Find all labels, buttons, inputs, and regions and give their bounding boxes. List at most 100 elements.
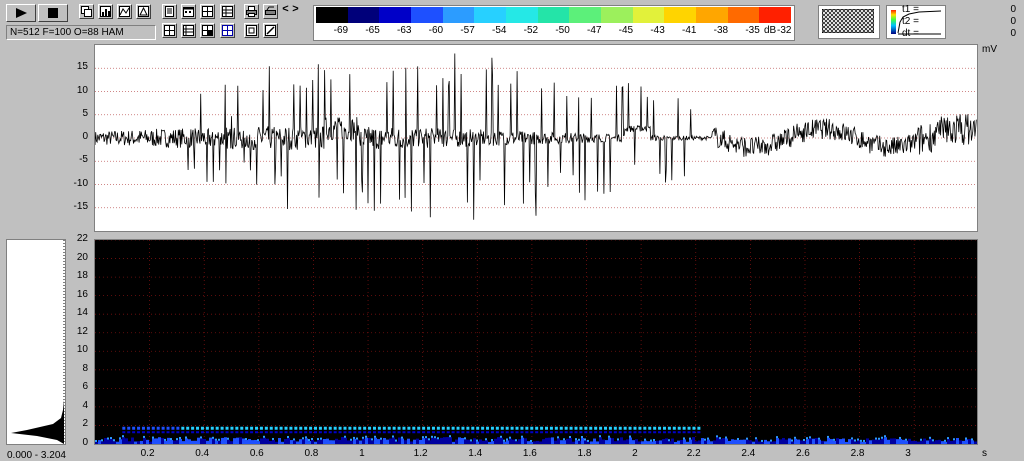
harmonic-point [613,426,617,430]
spectrogram-cell [644,438,646,441]
spectrogram-cell [509,436,511,439]
calendar-button[interactable] [181,4,196,19]
spectrogram-cell [173,440,176,444]
spectrogram-cell [905,440,908,444]
params-display: N=512 F=100 O=88 HAM [6,25,156,40]
spectrogram-cell [188,439,191,444]
spectrogram-cell [464,439,467,444]
document-button[interactable] [162,4,177,19]
layout-d-button[interactable] [220,23,235,38]
edit-button[interactable] [263,23,278,38]
harmonic-point [520,426,524,430]
spectrogram-cell [203,438,206,444]
colorbar-label: -60 [428,25,444,36]
spectrogram-cell [785,439,788,444]
spectrogram-cell [722,438,725,444]
spectrogram-cell [308,441,311,444]
printer-setup-button[interactable] [263,4,278,19]
spectrogram-cell [647,441,650,444]
spectrogram-cell [332,440,335,444]
play-button[interactable] [6,4,36,22]
spectrogram-cell [272,437,274,440]
spectrogram-cell [494,438,497,444]
spectrogram-cell [308,439,310,442]
spectrogram-cell [344,437,347,444]
print-button[interactable] [244,4,259,19]
harmonic-point [490,431,494,434]
spectrogram-cell [584,440,587,444]
spectrogram-cell [335,438,338,444]
frame-button[interactable] [244,23,259,38]
harmonic-point [495,431,499,434]
harmonic-point [141,426,145,430]
pattern-preview[interactable] [818,5,880,39]
harmonic-point [166,431,170,434]
spectrogram-cell [683,439,686,444]
harmonic-point [353,426,357,430]
spectrogram-cell [635,439,638,444]
spectrogram-cell [371,440,374,444]
layout-a-button[interactable] [162,23,177,38]
stop-button[interactable] [38,4,68,22]
spectrogram-cell [95,439,97,442]
spectrum-button[interactable] [98,4,113,19]
spectrogram-y-tick: 2 [82,418,88,430]
spectrogram-cell [179,436,181,439]
spectrogram-cell [872,439,875,444]
harmonic-point [515,426,519,430]
spectrogram-cell [971,440,974,444]
harmonic-point [481,426,485,430]
printer-setup-icon [265,6,276,15]
layout-b-button[interactable] [181,23,196,38]
harmonic-point [549,431,553,434]
spectrogram-cell [740,439,743,444]
spectrogram-cell [689,439,692,444]
spectrogram-plot[interactable] [94,239,978,445]
nav-left-button[interactable]: < [281,3,290,16]
spectrogram-cell [131,437,134,444]
spectrogram-cell [962,440,965,444]
harmonic-point [603,426,607,430]
spectrogram-cell [797,439,800,444]
spectrogram-cell [608,437,611,444]
harmonic-point [220,426,224,430]
copy-button[interactable] [79,4,94,19]
layout-c-button[interactable] [200,23,215,38]
harmonic-point [549,426,553,430]
spectrogram-cell [176,438,178,441]
spectrogram-cell [365,435,367,438]
harmonic-point [407,426,411,430]
harmonic-point [662,426,666,430]
spectrogram-cell [629,437,632,444]
curve-button[interactable] [117,4,132,19]
spectrogram-cell [623,440,626,444]
spectrogram-cell [521,435,523,438]
layout-b-icon [183,25,194,36]
spectrum-icon [100,6,111,17]
spectrogram-cell [767,441,770,444]
envelope-button[interactable] [136,4,151,19]
harmonic-point [584,431,588,434]
colorbar-label: -41 [682,25,697,36]
harmonic-point [196,431,200,434]
spectrogram-cell [557,438,560,444]
spectrogram-cell [113,441,116,444]
spectrogram-cell [902,439,905,444]
spectrogram-cell [374,435,376,438]
harmonic-point [579,426,583,430]
spectrogram-cell [719,439,722,444]
table-button[interactable] [220,4,235,19]
nav-right-button[interactable]: > [291,3,300,16]
spectrogram-cell [107,437,109,440]
waveform-y-tick: 5 [82,107,88,119]
waveform-plot[interactable] [94,44,978,232]
harmonic-point [122,431,126,434]
spectrogram-cell [455,439,458,444]
harmonic-point [417,431,421,434]
harmonic-point [554,426,558,430]
frame-icon [246,25,257,36]
harmonic-point [530,426,534,430]
grid-button[interactable] [200,4,215,19]
harmonic-point [476,431,480,434]
harmonic-point [510,431,514,434]
